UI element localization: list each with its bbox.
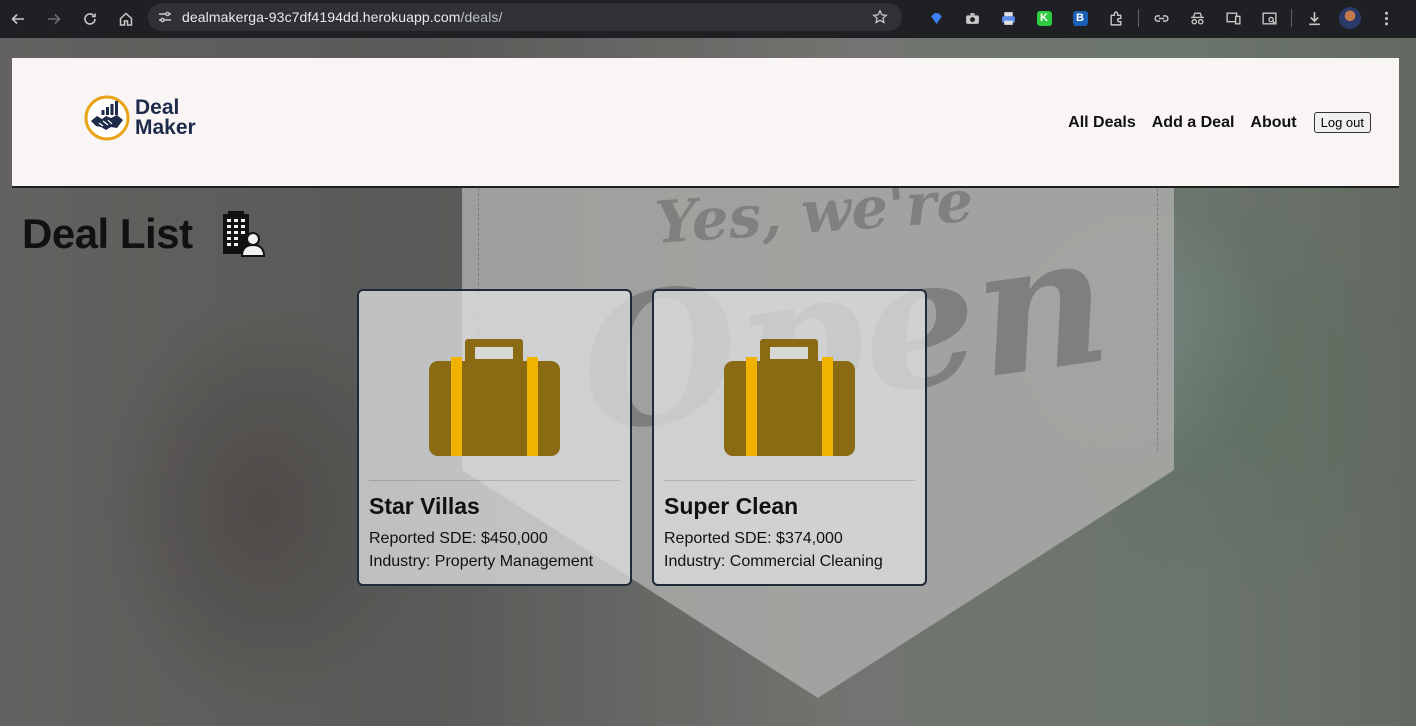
logout-button[interactable]: Log out	[1313, 112, 1371, 133]
star-icon	[872, 9, 888, 24]
extensions-menu-button[interactable]	[1098, 4, 1134, 32]
card-divider	[369, 480, 620, 481]
k-extension[interactable]: K	[1026, 4, 1062, 32]
site-info-button[interactable]	[148, 9, 182, 25]
nav-links: All Deals Add a Deal About Log out	[1052, 112, 1371, 133]
avatar	[1339, 7, 1361, 29]
gem-icon	[930, 12, 942, 24]
browser-menu-button[interactable]	[1368, 4, 1404, 32]
nav-about[interactable]: About	[1250, 114, 1296, 132]
home-button[interactable]	[108, 5, 144, 33]
browser-toolbar: dealmakerga-93c7df4194dd.herokuapp.com/d…	[0, 0, 1416, 38]
nav-add-deal[interactable]: Add a Deal	[1152, 114, 1235, 132]
logo-wordmark: Deal Maker	[135, 96, 196, 139]
deal-reported-sde: Reported SDE: $450,000	[369, 530, 548, 547]
card-divider	[664, 480, 915, 481]
printer-extension[interactable]	[990, 4, 1026, 32]
printer-icon	[1001, 11, 1015, 25]
k-badge: K	[1036, 10, 1052, 26]
deal-card[interactable]: Star Villas Reported SDE: $450,000 Indus…	[357, 289, 632, 586]
incognito-button[interactable]	[1179, 4, 1215, 32]
deal-name: Super Clean	[664, 493, 799, 519]
reload-icon	[84, 13, 96, 25]
spy-icon	[1190, 11, 1204, 25]
deal-industry: Industry: Commercial Cleaning	[664, 553, 883, 570]
download-icon	[1308, 11, 1320, 25]
briefcase-icon	[429, 339, 560, 456]
back-button[interactable]	[0, 5, 36, 33]
building-person-icon	[222, 211, 265, 257]
camera-extension[interactable]	[954, 4, 990, 32]
page-title: Deal List	[22, 210, 193, 257]
b-extension[interactable]: B	[1062, 4, 1098, 32]
copy-link-button[interactable]	[1143, 4, 1179, 32]
handshake-logo-icon	[84, 95, 130, 141]
nav-all-deals[interactable]: All Deals	[1068, 114, 1136, 132]
dealmaker-logo[interactable]: Deal Maker	[84, 95, 196, 141]
site-navbar: Deal Maker All Deals Add a Deal About Lo…	[12, 58, 1399, 188]
more-icon	[1384, 11, 1388, 25]
toolbar-separator	[1291, 9, 1292, 27]
downloads-button[interactable]	[1296, 4, 1332, 32]
deal-name: Star Villas	[369, 493, 480, 519]
search-page-button[interactable]	[1251, 4, 1287, 32]
briefcase-icon	[724, 339, 855, 456]
url-path: /deals/	[460, 9, 503, 25]
puzzle-icon	[1109, 11, 1121, 26]
search-page-icon	[1261, 11, 1277, 25]
arrow-right-icon	[48, 13, 61, 25]
gem-extension[interactable]	[918, 4, 954, 32]
arrow-left-icon	[11, 13, 24, 25]
deal-reported-sde: Reported SDE: $374,000	[664, 530, 843, 547]
tune-icon	[159, 11, 171, 23]
extensions-bar: K B	[918, 4, 1404, 32]
home-icon	[119, 12, 133, 26]
deal-list: Star Villas Reported SDE: $450,000 Indus…	[357, 289, 927, 586]
address-bar[interactable]: dealmakerga-93c7df4194dd.herokuapp.com/d…	[148, 3, 902, 31]
camera-icon	[965, 12, 979, 24]
link-icon	[1153, 14, 1169, 22]
url-text: dealmakerga-93c7df4194dd.herokuapp.com/d…	[182, 9, 503, 25]
devices-icon	[1225, 11, 1241, 25]
deal-industry: Industry: Property Management	[369, 553, 594, 570]
logo-line-maker: Maker	[135, 116, 196, 139]
b-badge: B	[1072, 10, 1088, 26]
logo-line-deal: Deal	[135, 96, 180, 119]
page-heading: Deal List	[22, 210, 267, 258]
bookmark-button[interactable]	[872, 9, 888, 30]
reload-button[interactable]	[72, 5, 108, 33]
device-mode-button[interactable]	[1215, 4, 1251, 32]
deal-card[interactable]: Super Clean Reported SDE: $374,000 Indus…	[652, 289, 927, 586]
forward-button[interactable]	[36, 5, 72, 33]
toolbar-separator	[1138, 9, 1139, 27]
url-host: dealmakerga-93c7df4194dd.herokuapp.com	[182, 9, 461, 25]
page-viewport: Yes, we're Open Deal Maker All Deals Add…	[0, 38, 1416, 726]
profile-button[interactable]	[1332, 4, 1368, 32]
